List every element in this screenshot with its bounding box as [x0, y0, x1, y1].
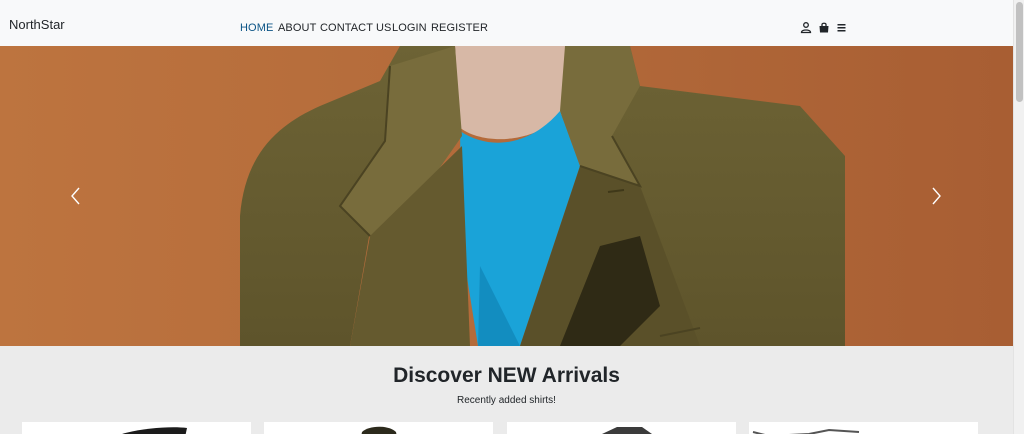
- product-card[interactable]: [264, 422, 493, 434]
- chevron-left-icon[interactable]: [66, 184, 86, 208]
- user-icon[interactable]: [800, 21, 812, 34]
- brand-logo[interactable]: NorthStar: [9, 17, 65, 32]
- nav-home-link[interactable]: HOME: [240, 22, 273, 34]
- chevron-right-icon[interactable]: [926, 184, 946, 208]
- nav-login-link[interactable]: LOGIN: [392, 22, 427, 34]
- hero-image: [0, 46, 1013, 346]
- product-image: [361, 426, 397, 434]
- product-card[interactable]: [507, 422, 736, 434]
- product-card[interactable]: [22, 422, 251, 434]
- nav-register-link[interactable]: REGISTER: [431, 22, 488, 34]
- product-image: [602, 427, 652, 434]
- nav-contact-link[interactable]: CONTACT US: [320, 22, 392, 34]
- scrollbar-thumb[interactable]: [1016, 2, 1023, 102]
- section-subtitle: Recently added shirts!: [457, 395, 556, 406]
- product-card[interactable]: [749, 422, 978, 434]
- section-title: Discover NEW Arrivals: [393, 364, 620, 387]
- page-scrollbar[interactable]: [1013, 0, 1024, 434]
- product-image: [752, 428, 860, 434]
- hero-carousel: [0, 46, 1013, 346]
- shopping-bag-icon[interactable]: [818, 21, 830, 34]
- nav-about-link[interactable]: ABOUT: [278, 22, 316, 34]
- top-navbar: NorthStar HOME ABOUT CONTACT US LOGIN RE…: [0, 0, 1013, 46]
- hamburger-menu-icon[interactable]: [836, 21, 848, 34]
- product-image: [122, 427, 187, 434]
